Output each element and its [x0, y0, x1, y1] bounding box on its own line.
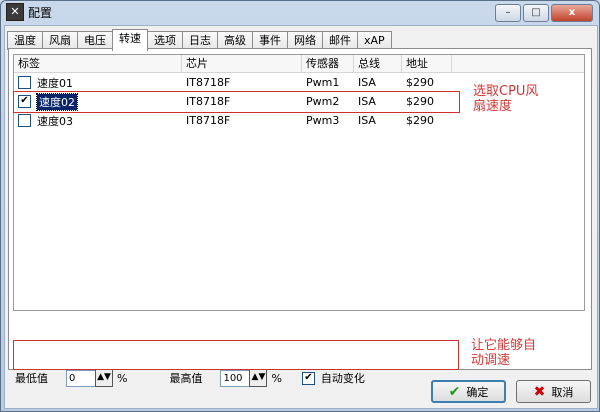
row-checkbox[interactable]: [18, 76, 31, 89]
list-header: 标签 芯片 传感器 总线 地址: [14, 55, 584, 73]
row-checkbox[interactable]: [18, 114, 31, 127]
auto-change-checkbox[interactable]: ✔: [301, 371, 315, 385]
dialog-buttons: ✔ 确定 ✖ 取消: [431, 380, 591, 403]
tab-strip: 温度 风扇 电压 转速 选项 日志 高级 事件 网络 邮件 xAP: [7, 29, 392, 51]
col-header-label[interactable]: 标签: [14, 55, 182, 72]
checkmark-icon: ✔: [448, 383, 461, 400]
row-label: 速度03: [37, 114, 73, 128]
row-address: $290: [406, 76, 434, 89]
max-value-input[interactable]: 100: [220, 369, 251, 387]
col-header-chip[interactable]: 芯片: [182, 55, 302, 72]
max-unit: %: [271, 371, 282, 385]
title-bar[interactable]: ✕ 配置 – □ x: [1, 1, 599, 23]
row-label: 速度01: [37, 76, 73, 90]
max-value-label: 最高值: [169, 372, 203, 385]
row-address: $290: [406, 114, 434, 127]
col-header-address[interactable]: 地址: [402, 55, 452, 72]
annotation-highlight-limits: [13, 340, 459, 370]
min-value-label: 最低值: [15, 372, 48, 385]
row-bus: ISA: [358, 76, 376, 89]
app-config-icon: ✕: [6, 3, 24, 21]
cross-icon: ✖: [533, 383, 546, 400]
col-header-bus[interactable]: 总线: [354, 55, 402, 72]
min-value-spinner[interactable]: ▲▼: [95, 369, 113, 387]
max-value-spinner[interactable]: ▲▼: [249, 369, 268, 387]
col-header-sensor[interactable]: 传感器: [302, 55, 354, 72]
window-title: 配置: [28, 5, 53, 20]
annotation-highlight-row: [13, 91, 460, 113]
annotation-select-cpu-fan: 选取CPU风 扇速度: [473, 84, 539, 114]
annotation-auto-adjust: 让它能够自 动调速: [471, 338, 537, 368]
close-button[interactable]: x: [551, 4, 593, 22]
row-sensor: Pwm1: [306, 76, 340, 89]
row-sensor: Pwm3: [306, 114, 340, 127]
row-bus: ISA: [358, 114, 376, 127]
tab-speed[interactable]: 转速: [112, 29, 148, 51]
auto-change-label: 自动变化: [320, 372, 365, 385]
minimize-button[interactable]: –: [495, 4, 521, 22]
min-unit: %: [117, 371, 128, 385]
cancel-label: 取消: [551, 385, 574, 399]
maximize-button[interactable]: □: [523, 4, 549, 22]
min-value-input[interactable]: 0: [66, 369, 96, 387]
ok-label: 确定: [466, 385, 489, 399]
ok-button[interactable]: ✔ 确定: [431, 380, 506, 403]
row-chip: IT8718F: [186, 76, 231, 89]
config-window: ✕ 配置 – □ x 温度 风扇 电压 转速 选项 日志 高级 事件 网络 邮件…: [0, 0, 600, 412]
row-chip: IT8718F: [186, 114, 231, 127]
cancel-button[interactable]: ✖ 取消: [516, 380, 591, 403]
